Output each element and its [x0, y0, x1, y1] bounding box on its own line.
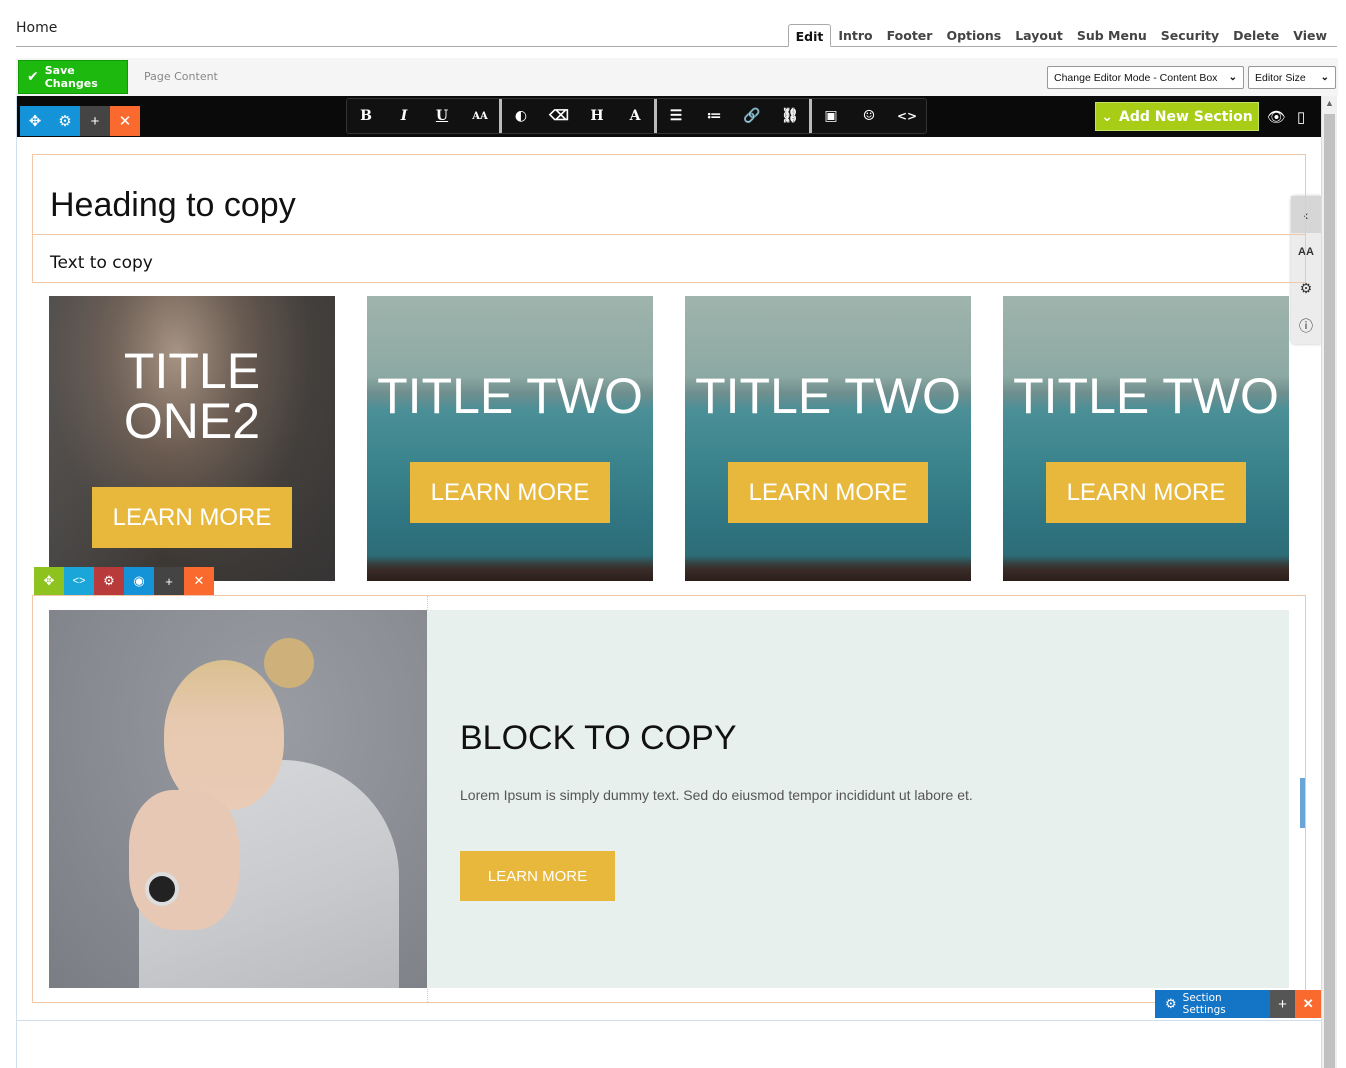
watch-shape	[145, 872, 179, 906]
format-toolbar: B I U AA ◐ ⌫ H A ☰ ≔ 🔗 ⛓ ▣ ☺ <>	[346, 98, 927, 134]
editor-size-value: Editor Size	[1255, 71, 1306, 84]
page-toolbar: ✔ Save Changes Page Content Change Edito…	[16, 58, 1338, 96]
gear-icon[interactable]: ⚙	[50, 106, 80, 136]
card-1[interactable]: TITLE ONE2 LEARN MORE	[49, 296, 335, 581]
list-icon[interactable]: ≔	[695, 99, 733, 133]
gear-icon[interactable]: ⚙	[94, 567, 124, 595]
close-icon[interactable]: ✕	[1295, 990, 1321, 1018]
code-icon[interactable]: <>	[64, 567, 94, 595]
woman-photo[interactable]	[49, 610, 427, 988]
align-icon[interactable]: ☰	[657, 99, 695, 133]
block-title[interactable]: BLOCK TO COPY	[460, 719, 737, 758]
palette-icon[interactable]: ◉	[124, 567, 154, 595]
tab-view[interactable]: View	[1286, 24, 1334, 47]
eye-icon[interactable]: 👁	[1267, 108, 1286, 126]
add-icon[interactable]: +	[1269, 990, 1296, 1018]
add-icon[interactable]: +	[80, 106, 110, 136]
scroll-indicator	[1300, 778, 1305, 828]
section-bottom-line	[17, 1020, 1321, 1021]
learn-more-button[interactable]: LEARN MORE	[92, 487, 292, 548]
rocks-decoration	[367, 555, 653, 581]
emoji-icon[interactable]: ☺	[850, 99, 888, 133]
hair-bun-shape	[264, 638, 314, 688]
editor-canvas: ✥ ⚙ + ✕ B I U AA ◐ ⌫ H A ☰ ≔ 🔗 ⛓ ▣ ☺ <> …	[16, 96, 1322, 1068]
section-settings-label: Section Settings	[1182, 992, 1226, 1016]
add-section-label: Add New Section	[1119, 108, 1253, 125]
text-panel: BLOCK TO COPY Lorem Ipsum is simply dumm…	[427, 610, 1289, 988]
page-heading[interactable]: Heading to copy	[50, 186, 296, 225]
add-section-button[interactable]: ⌄ Add New Section	[1095, 102, 1259, 131]
learn-more-button[interactable]: LEARN MORE	[410, 462, 610, 523]
card-title[interactable]: TITLE TWO	[1003, 371, 1289, 421]
bold-icon[interactable]: B	[347, 99, 385, 133]
card-4[interactable]: TITLE TWO LEARN MORE	[1003, 296, 1289, 581]
tab-edit[interactable]: Edit	[787, 24, 832, 47]
breadcrumb[interactable]: Home	[16, 20, 57, 36]
tab-security[interactable]: Security	[1154, 24, 1226, 47]
card-title[interactable]: TITLE ONE2	[49, 346, 335, 446]
tab-bar: Edit Intro Footer Options Layout Sub Men…	[787, 24, 1334, 47]
italic-icon[interactable]: I	[385, 99, 423, 133]
move-icon[interactable]: ✥	[34, 567, 64, 595]
section-settings-bar: ⚙ Section Settings + ✕	[1155, 990, 1321, 1018]
card-2[interactable]: TITLE TWO LEARN MORE	[367, 296, 653, 581]
card-title[interactable]: TITLE TWO	[685, 371, 971, 421]
code-icon[interactable]: <>	[888, 99, 926, 133]
chevron-down-icon: ⌄	[1228, 72, 1237, 83]
page-subtext[interactable]: Text to copy	[50, 253, 153, 273]
tab-sub-menu[interactable]: Sub Menu	[1070, 24, 1154, 47]
learn-more-button[interactable]: LEARN MORE	[728, 462, 928, 523]
close-icon[interactable]: ✕	[184, 567, 214, 595]
tab-footer[interactable]: Footer	[880, 24, 940, 47]
gear-icon: ⚙	[1165, 996, 1177, 1012]
block-controls: ✥ <> ⚙ ◉ + ✕	[34, 567, 214, 595]
section-divider	[33, 234, 1305, 235]
rocks-decoration	[1003, 555, 1289, 581]
check-icon: ✔	[27, 69, 39, 85]
section-settings-button[interactable]: ⚙ Section Settings	[1155, 990, 1270, 1018]
scroll-up-icon[interactable]: ▲	[1325, 98, 1334, 108]
close-icon[interactable]: ✕	[110, 106, 140, 136]
scrollbar[interactable]: ▲	[1322, 96, 1337, 1068]
tab-delete[interactable]: Delete	[1226, 24, 1286, 47]
tab-options[interactable]: Options	[939, 24, 1008, 47]
block-text[interactable]: Lorem Ipsum is simply dummy text. Sed do…	[460, 787, 973, 803]
text-color-icon[interactable]: A	[616, 99, 654, 133]
font-size-icon[interactable]: AA	[461, 99, 499, 133]
save-button-label: Save Changes	[44, 64, 98, 90]
info-icon[interactable]: ⓘ	[1291, 307, 1321, 344]
chevron-down-icon: ⌄	[1101, 108, 1113, 125]
underline-icon[interactable]: U	[423, 99, 461, 133]
chevron-down-icon: ⌄	[1320, 72, 1329, 83]
editor-mode-select[interactable]: Change Editor Mode - Content Box ⌄	[1047, 66, 1244, 89]
link-icon[interactable]: 🔗	[733, 99, 771, 133]
heading-icon[interactable]: H	[578, 99, 616, 133]
scrollbar-thumb[interactable]	[1324, 114, 1335, 1068]
hand-shape	[129, 790, 239, 930]
learn-more-button[interactable]: LEARN MORE	[460, 851, 615, 901]
learn-more-button[interactable]: LEARN MORE	[1046, 462, 1246, 523]
head-shape	[164, 660, 284, 810]
row-controls: ✥ ⚙ + ✕	[20, 106, 140, 136]
tab-intro[interactable]: Intro	[831, 24, 879, 47]
editor-mode-value: Change Editor Mode - Content Box	[1054, 71, 1218, 84]
rocks-decoration	[685, 555, 971, 581]
block-section[interactable]: BLOCK TO COPY Lorem Ipsum is simply dumm…	[32, 595, 1306, 1003]
color-icon[interactable]: ◐	[502, 99, 540, 133]
editor-size-select[interactable]: Editor Size ⌄	[1248, 66, 1336, 89]
image-icon[interactable]: ▣	[812, 99, 850, 133]
page-content-label: Page Content	[144, 70, 218, 83]
page: Home Edit Intro Footer Options Layout Su…	[0, 0, 1346, 1068]
add-icon[interactable]: +	[154, 567, 184, 595]
mobile-icon[interactable]: ▯	[1297, 108, 1305, 126]
eraser-icon[interactable]: ⌫	[540, 99, 578, 133]
save-button[interactable]: ✔ Save Changes	[18, 60, 128, 94]
editor-topbar: ✥ ⚙ + ✕ B I U AA ◐ ⌫ H A ☰ ≔ 🔗 ⛓ ▣ ☺ <> …	[17, 96, 1321, 137]
tab-layout[interactable]: Layout	[1008, 24, 1070, 47]
unlink-icon[interactable]: ⛓	[771, 99, 809, 133]
card-title[interactable]: TITLE TWO	[367, 371, 653, 421]
move-icon[interactable]: ✥	[20, 106, 50, 136]
card-3[interactable]: TITLE TWO LEARN MORE	[685, 296, 971, 581]
heading-section[interactable]: Heading to copy Text to copy	[32, 154, 1306, 283]
